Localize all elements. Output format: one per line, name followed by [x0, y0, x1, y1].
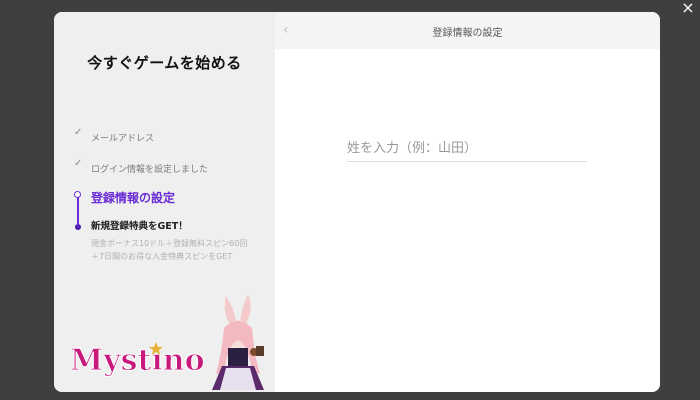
step-label: 新規登録特典をGET！ [91, 221, 188, 232]
step-connector [77, 197, 79, 227]
step-label: 登録情報の設定 [91, 191, 176, 205]
registration-modal: 今すぐゲームを始める ✓ メールアドレス ✓ ログイン情報を設定しました 登録情… [54, 12, 660, 392]
svg-text:Mystino: Mystino [70, 343, 205, 378]
step-label: メールアドレス [91, 134, 155, 144]
step-login: ✓ ログイン情報を設定しました [74, 157, 208, 177]
panel-header: ‹ 登録情報の設定 [275, 12, 660, 49]
panel-title: 今すぐゲームを始める [87, 54, 242, 72]
step-bonus: 新規登録特典をGET！ 現金ボーナス10ドル＋登録無料スピン60回＋7日間のお得… [74, 220, 251, 263]
step-profile-current: 登録情報の設定 [74, 187, 175, 206]
check-icon: ✓ [74, 127, 83, 138]
close-icon[interactable]: × [680, 0, 696, 16]
header-title: 登録情報の設定 [432, 28, 503, 39]
bonus-description: 現金ボーナス10ドル＋登録無料スピン60回＋7日間のお得な入金特典スピンをGET [91, 239, 248, 261]
mystino-logo: Mystino [70, 342, 205, 378]
left-panel: 今すぐゲームを始める ✓ メールアドレス ✓ ログイン情報を設定しました 登録情… [54, 12, 275, 392]
check-icon: ✓ [74, 158, 83, 169]
lastname-input[interactable] [347, 136, 587, 162]
right-panel: ‹ 登録情報の設定 [275, 12, 660, 392]
step-email: ✓ メールアドレス [74, 126, 154, 146]
step-label: ログイン情報を設定しました [91, 165, 209, 175]
mascot-character-icon [212, 294, 264, 390]
